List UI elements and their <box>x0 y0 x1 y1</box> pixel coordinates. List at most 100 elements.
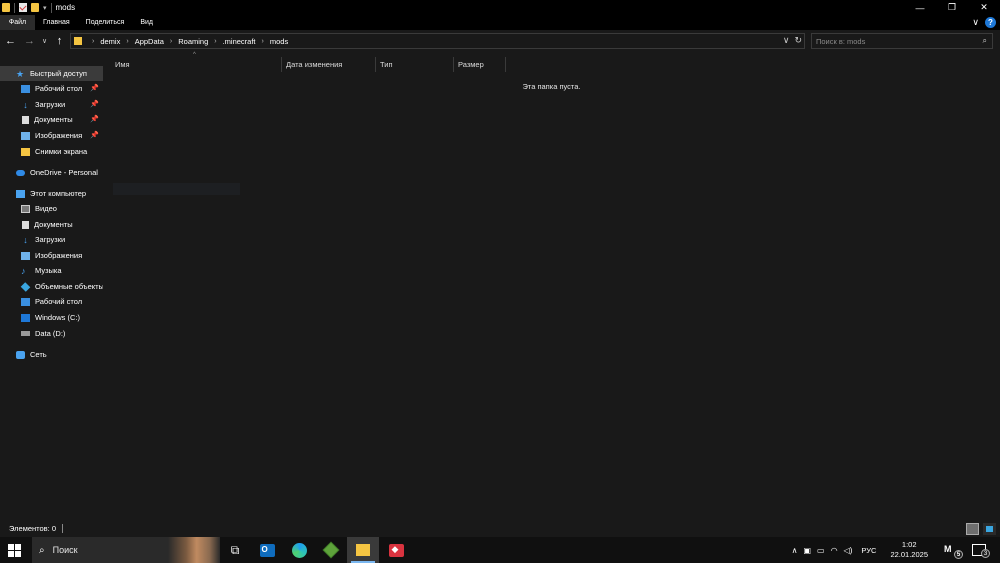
sidebar-item-label: Документы <box>34 115 73 124</box>
recent-locations-button[interactable]: ∨ <box>38 33 51 49</box>
help-icon[interactable]: ? <box>985 17 996 28</box>
search-input[interactable] <box>812 36 972 46</box>
sidebar-item-music[interactable]: ♪ Музыка <box>0 263 103 278</box>
windows-logo-icon <box>15 544 21 550</box>
details-view-button[interactable] <box>966 523 979 535</box>
back-button[interactable]: ← <box>4 33 17 49</box>
minecraft-icon <box>322 541 340 559</box>
chevron-up-icon[interactable]: ∧ <box>792 546 798 555</box>
chevron-right-icon[interactable]: › <box>262 38 264 45</box>
chevron-down-icon[interactable]: ∨ <box>783 35 790 46</box>
empty-folder-message: Эта папка пуста. <box>522 82 581 91</box>
start-button[interactable] <box>8 544 21 557</box>
taskbar-app-edge[interactable] <box>283 537 315 563</box>
address-bar[interactable]: › demix › AppData › Roaming › .minecraft… <box>70 33 805 49</box>
desktop-icon <box>21 297 30 306</box>
taskbar-app-outlook[interactable] <box>251 537 283 563</box>
music-icon: ♪ <box>21 265 26 276</box>
chevron-right-icon[interactable]: › <box>92 38 94 45</box>
taskbar-search[interactable]: ⌕ Поиск <box>32 537 220 563</box>
window-controls: — ❐ ✕ <box>904 0 1000 15</box>
search-icon[interactable]: ⌕ <box>983 36 987 46</box>
sidebar-item-screenshots[interactable]: Снимки экрана <box>0 144 103 159</box>
sidebar-item-downloads[interactable]: ↓ Загрузки 📌 <box>0 97 103 112</box>
input-language[interactable]: РУС <box>861 546 876 555</box>
forward-button[interactable]: → <box>23 33 36 49</box>
sidebar-item-video[interactable]: Видео <box>0 201 103 216</box>
close-button[interactable]: ✕ <box>968 0 1000 15</box>
3d-objects-icon <box>20 281 31 292</box>
sidebar-item-pictures[interactable]: Изображения 📌 <box>0 128 103 143</box>
sidebar-item-pc-documents[interactable]: Документы <box>0 217 103 232</box>
sidebar-item-pc-downloads[interactable]: ↓ Загрузки <box>0 232 103 247</box>
column-header-size[interactable]: Размер <box>454 57 506 72</box>
clock[interactable]: 1:02 22.01.2025 <box>890 540 928 560</box>
column-header-type[interactable]: Тип <box>376 57 454 72</box>
taskbar-app-red[interactable] <box>380 537 412 563</box>
chevron-right-icon[interactable]: › <box>214 38 216 45</box>
sidebar-item-drive-c[interactable]: Windows (C:) <box>0 310 103 325</box>
taskbar-app-minecraft[interactable] <box>315 537 347 563</box>
maximize-button[interactable]: ❐ <box>936 0 968 15</box>
sidebar-item-label: Data (D:) <box>35 329 66 338</box>
windows-logo-icon <box>15 551 21 557</box>
volume-icon[interactable]: ◁) <box>844 546 853 555</box>
folder-icon <box>2 3 10 12</box>
task-view-icon: ⧉ <box>230 542 240 557</box>
pin-icon: 📌 <box>90 132 99 139</box>
breadcrumb-item[interactable]: .minecraft <box>223 37 256 46</box>
chevron-right-icon[interactable]: › <box>170 38 172 45</box>
tab-file[interactable]: Файл <box>0 15 35 30</box>
column-header-date-modified[interactable]: Дата изменения <box>282 57 376 72</box>
sidebar-item-desktop[interactable]: Рабочий стол 📌 <box>0 81 103 96</box>
new-folder-icon[interactable] <box>31 3 39 12</box>
desktop-icon <box>21 84 30 93</box>
chevron-right-icon[interactable]: › <box>126 38 128 45</box>
up-button[interactable]: ↑ <box>53 33 66 49</box>
battery-icon[interactable]: ▭ <box>817 546 825 555</box>
sidebar-item-documents[interactable]: Документы 📌 <box>0 112 103 127</box>
search-box[interactable]: ⌕ <box>811 33 993 49</box>
taskbar-app-file-explorer[interactable] <box>347 537 379 563</box>
meet-now-icon[interactable]: ▣ <box>803 546 811 555</box>
sidebar-item-onedrive[interactable]: OneDrive - Personal <box>0 165 103 180</box>
sidebar-item-label: Изображения <box>35 131 83 140</box>
video-icon <box>21 204 30 213</box>
customize-dropdown-icon[interactable]: ▾ <box>43 4 47 12</box>
notification-count-badge: 3 <box>981 549 990 558</box>
sidebar-item-pc-pictures[interactable]: Изображения <box>0 248 103 263</box>
file-list[interactable]: ^ Имя Дата изменения Тип Размер Эта папк… <box>103 52 1000 520</box>
sidebar-item-pc-desktop[interactable]: Рабочий стол <box>0 294 103 309</box>
tab-share[interactable]: Поделиться <box>78 15 133 30</box>
divider <box>14 2 15 13</box>
tab-view[interactable]: Вид <box>132 15 161 30</box>
expand-ribbon-icon[interactable]: ∨ <box>972 17 979 28</box>
pictures-icon <box>21 131 30 140</box>
sidebar-item-quick-access[interactable]: ★ Быстрый доступ <box>0 66 103 81</box>
notification-center-button[interactable]: 3 <box>972 544 990 558</box>
file-explorer-icon <box>356 544 370 556</box>
breadcrumb-item[interactable]: demix <box>100 37 120 46</box>
tab-home[interactable]: Главная <box>35 15 78 30</box>
task-view-button[interactable]: ⧉ <box>219 537 251 563</box>
sidebar-item-3d-objects[interactable]: Объемные объекты <box>0 279 103 294</box>
refresh-icon[interactable]: ↻ <box>794 35 802 46</box>
breadcrumb-item[interactable]: AppData <box>135 37 164 46</box>
sidebar-item-drive-d[interactable]: Data (D:) <box>0 326 103 341</box>
system-tray: ∧ ▣ ▭ ◠ ◁) РУС 1:02 22.01.2025 M 5 3 <box>789 537 1000 563</box>
tray-app-icon[interactable]: M 5 <box>944 544 963 559</box>
download-icon: ↓ <box>23 99 28 110</box>
sidebar-item-this-pc[interactable]: Этот компьютер <box>0 186 103 201</box>
properties-icon[interactable] <box>19 3 27 12</box>
divider <box>50 2 52 13</box>
breadcrumb-item[interactable]: Roaming <box>178 37 208 46</box>
divider <box>62 524 64 533</box>
minimize-button[interactable]: — <box>904 0 936 15</box>
sidebar-item-network[interactable]: Сеть <box>0 347 103 362</box>
folder-icon <box>74 37 82 45</box>
pictures-icon <box>21 251 30 260</box>
large-icons-view-button[interactable] <box>983 523 996 535</box>
breadcrumb-item[interactable]: mods <box>270 37 288 46</box>
wifi-icon[interactable]: ◠ <box>831 546 838 555</box>
column-header-name[interactable]: Имя <box>103 57 282 72</box>
